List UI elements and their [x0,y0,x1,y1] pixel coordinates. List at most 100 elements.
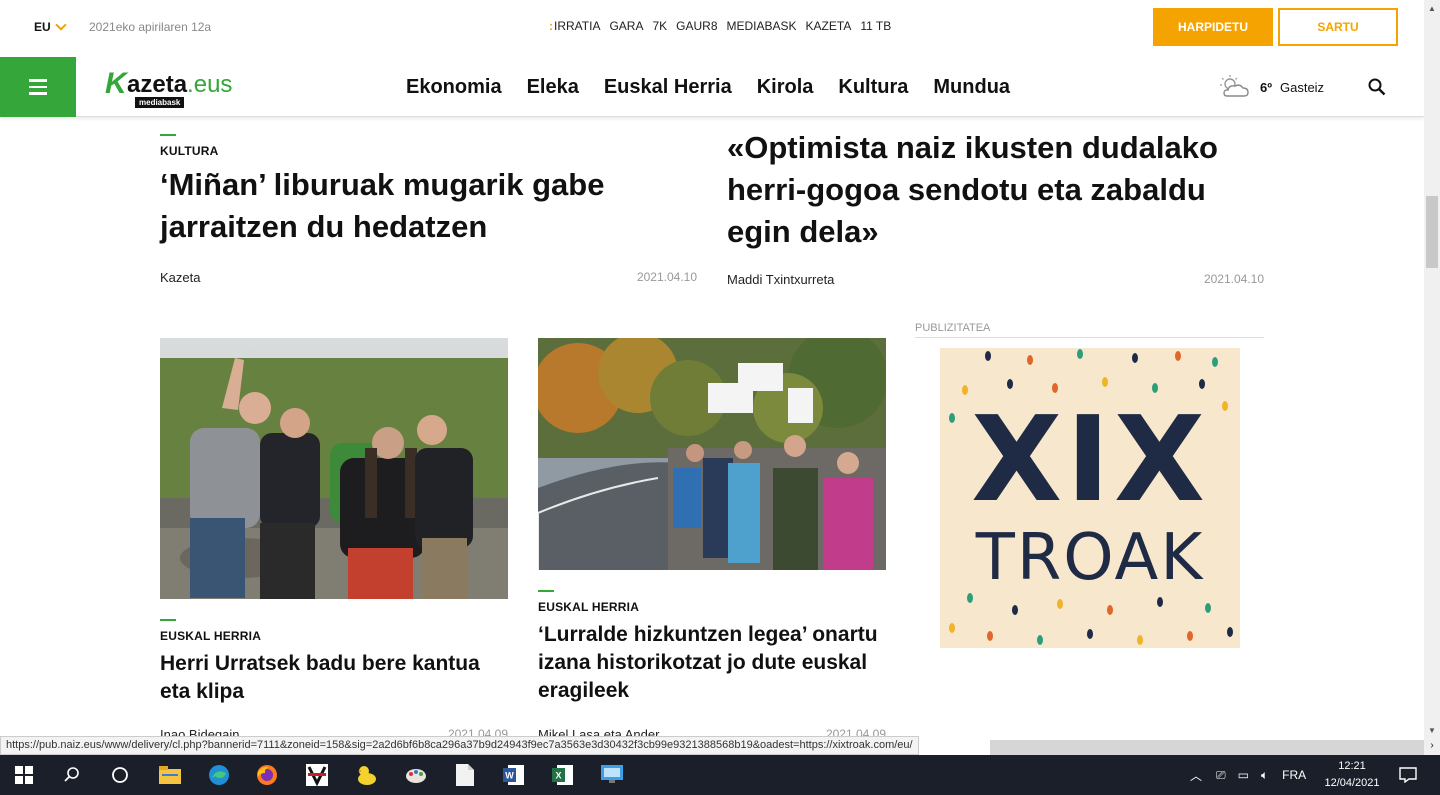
svg-text:W: W [505,771,514,781]
section-accent [160,619,176,621]
hamburger-icon-line [29,85,47,89]
ad-subheadline: TROAK [975,521,1205,595]
article-card-optimista[interactable]: «Optimista naiz ikusten dudalako herri-g… [727,127,1264,294]
article-card-mian[interactable]: KULTURA ‘Miñan’ liburuak mugarik gabe ja… [160,134,697,294]
network-icon[interactable]: ▭ [1238,768,1249,782]
nav-item-eleka[interactable]: Eleka [527,76,579,99]
main-navbar: K azeta.eus mediabask Ekonomia Eleka Eus… [0,57,1424,117]
scroll-down-icon[interactable]: ▼ [1428,726,1436,735]
language-label: EU [34,20,51,34]
partner-link-gaur8[interactable]: GAUR8 [676,19,717,33]
nav-item-kultura[interactable]: Kultura [838,76,908,99]
hamburger-icon [29,79,47,82]
menu-button[interactable] [0,57,76,117]
partner-links: : IRRATIA GARA 7K GAUR8 MEDIABASK KAZETA… [549,19,891,33]
section-nav: Ekonomia Eleka Euskal Herria Kirola Kult… [406,76,1010,99]
protest-photo-image [538,338,886,570]
article-section[interactable]: KULTURA [160,144,697,158]
nav-item-ekonomia[interactable]: Ekonomia [406,76,502,99]
section-accent [160,134,176,136]
scroll-right-icon[interactable]: › [1424,740,1440,755]
partner-link-7k[interactable]: 7K [652,19,667,33]
logo-wordmark: azeta.eus [127,71,232,99]
article-date: 2021.04.10 [1203,272,1264,286]
weather-widget[interactable]: 6º Gasteiz [1218,74,1324,100]
article-meta: Kazeta 2021.04.10 [160,270,697,285]
cortana-icon[interactable] [108,763,132,787]
partner-link-irratia[interactable]: IRRATIA [554,19,600,33]
app-icon-v[interactable] [305,763,329,787]
horizontal-scrollbar[interactable] [990,740,1424,755]
subscribe-button[interactable]: HARPIDETU [1153,8,1273,46]
notifications-icon[interactable] [1396,763,1420,787]
windows-start-icon[interactable] [12,763,36,787]
article-card-lurralde-hizkuntzen[interactable]: EUSKAL HERRIA ‘Lurralde hizkuntzen legea… [538,590,886,742]
windows-taskbar: W X ︿ ⎚ ▭ 🔈︎ FRA 12:21 12/04/2021 [0,755,1440,795]
article-section[interactable]: EUSKAL HERRIA [160,629,508,643]
article-title[interactable]: ‘Miñan’ liburuak mugarik gabe jarraitzen… [160,164,697,248]
site-logo[interactable]: K azeta.eus mediabask [105,67,255,109]
article-author[interactable]: Maddi Txintxurreta [727,272,834,287]
duck-app-icon[interactable] [355,763,379,787]
search-icon[interactable] [60,763,84,787]
nav-item-kirola[interactable]: Kirola [757,76,814,99]
scrollbar-thumb[interactable] [1426,196,1438,268]
logo-text: azeta [127,71,188,98]
clock-time: 12:21 [1338,760,1366,772]
weather-temperature: 6º [1260,79,1272,95]
document-file-icon[interactable] [453,763,477,787]
clock-date: 12/04/2021 [1324,777,1380,789]
file-explorer-icon[interactable] [158,763,182,787]
article-date: 2021.04.10 [636,270,697,284]
partner-marker-icon: : [549,19,553,33]
nav-item-mundua[interactable]: Mundua [933,76,1010,99]
article-title[interactable]: «Optimista naiz ikusten dudalako herri-g… [727,127,1264,253]
status-bar-url: https://pub.naiz.eus/www/delivery/cl.php… [0,736,919,755]
section-accent [538,590,554,592]
nav-item-euskal-herria[interactable]: Euskal Herria [604,76,732,99]
svg-text:X: X [555,771,561,781]
meet-now-icon[interactable]: ⎚ [1216,768,1226,783]
partner-link-gara[interactable]: GARA [609,19,643,33]
group-photo-image [160,338,508,599]
paint-app-icon[interactable] [404,763,428,787]
article-author[interactable]: Kazeta [160,270,200,285]
article-image-herri-urrats[interactable] [160,338,508,599]
partner-link-kazeta[interactable]: KAZETA [806,19,852,33]
excel-app-icon[interactable]: X [551,763,575,787]
article-title[interactable]: Herri Urratsek badu bere kantua eta klip… [160,650,508,706]
article-section[interactable]: EUSKAL HERRIA [538,600,886,614]
scroll-up-icon[interactable]: ▲ [1428,4,1436,13]
partly-cloudy-icon [1220,75,1249,97]
language-selector[interactable]: EU [34,19,67,34]
chevron-up-icon[interactable]: ︿ [1190,767,1202,784]
remote-desktop-icon[interactable] [600,763,624,787]
word-app-icon[interactable]: W [502,763,526,787]
logo-domain: .eus [187,71,233,98]
search-icon[interactable] [1368,78,1386,96]
system-tray: ︿ ⎚ ▭ 🔈︎ FRA [1190,755,1306,795]
edge-browser-icon[interactable] [207,763,231,787]
article-image-lurralde-hizkuntzen[interactable] [538,338,886,570]
input-language[interactable]: FRA [1282,768,1306,782]
current-date: 2021eko apirilaren 12a [89,20,212,34]
taskbar-clock[interactable]: 12:21 12/04/2021 [1322,758,1382,792]
article-title[interactable]: ‘Lurralde hizkuntzen legea’ onartu izana… [538,621,886,705]
advertisement-label: PUBLIZITATEA [915,322,1264,338]
ad-headline: XIX [971,390,1209,528]
volume-muted-icon[interactable]: 🔈︎ [1261,768,1268,783]
article-card-herri-urrats[interactable]: EUSKAL HERRIA Herri Urratsek badu bere k… [160,619,508,742]
top-bar: EU 2021eko apirilaren 12a : IRRATIA GARA… [0,0,1424,57]
partner-link-mediabask[interactable]: MEDIABASK [727,19,797,33]
weather-city: Gasteiz [1279,79,1325,95]
hamburger-icon-line [29,92,47,95]
partner-link-11tb[interactable]: 11 TB [860,19,891,33]
article-meta: Maddi Txintxurreta 2021.04.10 [727,272,1264,287]
logo-k: K [105,67,127,100]
logo-subbrand: mediabask [135,97,185,108]
vertical-scrollbar[interactable]: ▲ ▼ [1424,0,1440,740]
login-button[interactable]: SARTU [1278,8,1398,46]
advertisement-banner[interactable]: XIX TROAK [940,348,1240,648]
firefox-icon[interactable] [255,763,279,787]
chevron-down-icon [55,19,67,31]
